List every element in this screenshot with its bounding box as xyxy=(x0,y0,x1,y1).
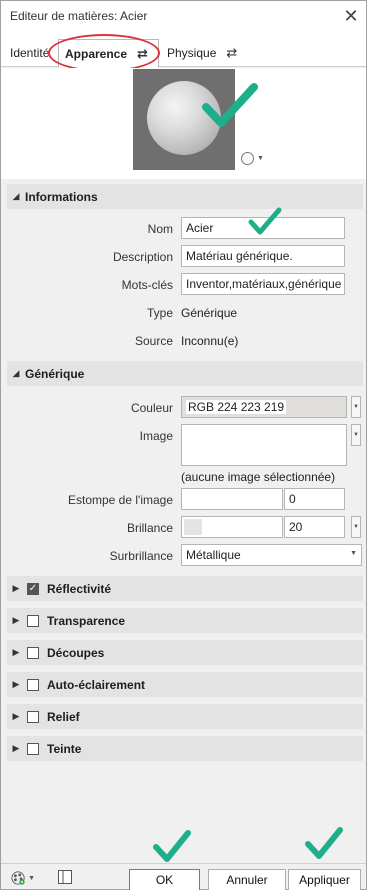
section-transparence[interactable]: ▶ Transparence xyxy=(7,608,363,633)
chevron-down-icon: ▼ xyxy=(28,874,35,882)
palette-icon[interactable]: ▼ xyxy=(11,869,35,887)
source-label: Source xyxy=(134,334,173,348)
collapse-triangle-icon: ◢ xyxy=(12,191,20,201)
image-dropdown-button[interactable]: ▼ xyxy=(351,424,361,446)
swap-icon[interactable]: ⇄ xyxy=(226,45,237,61)
collapse-triangle-icon: ◢ xyxy=(12,368,20,378)
swap-icon[interactable]: ⇄ xyxy=(137,46,148,62)
section-teinte[interactable]: ▶ Teinte xyxy=(7,736,363,761)
material-preview xyxy=(133,69,235,170)
material-editor-window: Editeur de matières: Acier ✕ Identité Ap… xyxy=(0,0,367,890)
brillance-value-field[interactable]: 20 xyxy=(284,516,345,538)
preview-area: ▼ xyxy=(1,68,366,179)
section-title: Réflectivité xyxy=(47,581,112,596)
couleur-label: Couleur xyxy=(130,401,173,415)
expand-triangle-icon: ▶ xyxy=(12,615,20,625)
mots-cles-field[interactable]: Inventor,matériaux,générique xyxy=(181,273,345,295)
chevron-down-icon: ▼ xyxy=(257,154,264,162)
title-bar: Editeur de matières: Acier ✕ xyxy=(1,1,366,31)
tab-physique[interactable]: Physique ⇄ xyxy=(161,39,243,67)
expand-triangle-icon: ▶ xyxy=(12,647,20,657)
check-annotation-icon xyxy=(305,827,343,859)
surbrillance-label: Surbrillance xyxy=(109,549,173,563)
estompe-value-field[interactable]: 0 xyxy=(284,488,345,510)
section-title: Informations xyxy=(25,189,98,204)
reflectivite-checkbox[interactable]: ✓ xyxy=(27,582,39,595)
section-title: Auto-éclairement xyxy=(47,677,146,692)
close-button[interactable]: ✕ xyxy=(336,1,366,31)
transparence-checkbox[interactable] xyxy=(27,614,39,627)
expand-triangle-icon: ▶ xyxy=(12,711,20,721)
surbrillance-select[interactable]: Métallique ▼ xyxy=(181,544,362,566)
preview-shape-dropdown[interactable]: ▼ xyxy=(241,150,269,166)
section-title: Teinte xyxy=(47,741,82,756)
nom-label: Nom xyxy=(147,222,173,236)
section-title: Générique xyxy=(25,366,85,381)
surbrillance-value: Métallique xyxy=(186,548,241,562)
bottom-bar: ▼ OK Annuler Appliquer xyxy=(1,863,366,890)
tab-identite-label: Identité xyxy=(10,46,50,60)
chevron-down-icon: ▼ xyxy=(350,550,357,557)
auto-eclairement-checkbox[interactable] xyxy=(27,678,39,691)
brillance-label: Brillance xyxy=(126,521,173,535)
annuler-button[interactable]: Annuler xyxy=(208,869,286,890)
section-title: Relief xyxy=(47,709,80,724)
image-label: Image xyxy=(139,429,173,443)
appliquer-button[interactable]: Appliquer xyxy=(288,869,361,890)
brillance-dropdown-button[interactable]: ▼ xyxy=(351,516,361,538)
section-reflectivite[interactable]: ▶ ✓ Réflectivité xyxy=(7,576,363,601)
estompe-slider[interactable] xyxy=(181,488,283,510)
section-auto-eclairement[interactable]: ▶ Auto-éclairement xyxy=(7,672,363,697)
relief-checkbox[interactable] xyxy=(27,710,39,723)
panel-toggle-icon[interactable] xyxy=(57,869,73,885)
section-decoupes[interactable]: ▶ Découpes xyxy=(7,640,363,665)
palette-glyph-icon xyxy=(11,871,25,885)
description-label: Description xyxy=(112,250,173,264)
estompe-label: Estompe de l'image xyxy=(67,493,173,507)
image-slot[interactable] xyxy=(181,424,347,466)
expand-triangle-icon: ▶ xyxy=(12,679,20,689)
preview-sphere xyxy=(147,81,221,155)
nom-field[interactable]: Acier xyxy=(181,217,345,239)
expand-triangle-icon: ▶ xyxy=(12,583,20,593)
section-title: Transparence xyxy=(47,613,126,628)
teinte-checkbox[interactable] xyxy=(27,742,39,755)
tab-apparence-label: Apparence xyxy=(65,46,128,61)
couleur-value: RGB 224 223 219 xyxy=(186,400,287,414)
expand-triangle-icon: ▶ xyxy=(12,743,20,753)
brillance-slider-fill xyxy=(184,519,202,535)
decoupes-checkbox[interactable] xyxy=(27,646,39,659)
type-value: Générique xyxy=(181,306,238,320)
section-generique[interactable]: ◢ Générique xyxy=(7,361,363,386)
brillance-slider[interactable] xyxy=(181,516,283,538)
section-relief[interactable]: ▶ Relief xyxy=(7,704,363,729)
sphere-shape-icon xyxy=(241,151,254,165)
tab-bar: Identité Apparence ⇄ Physique ⇄ xyxy=(1,31,366,68)
type-label: Type xyxy=(146,306,173,320)
couleur-swatch[interactable]: RGB 224 223 219 xyxy=(181,396,347,418)
source-value: Inconnu(e) xyxy=(181,334,239,348)
tab-identite[interactable]: Identité xyxy=(4,39,55,67)
ok-button[interactable]: OK xyxy=(129,869,200,890)
window-title: Editeur de matières: Acier xyxy=(10,9,148,23)
mots-cles-label: Mots-clés xyxy=(121,278,173,292)
tab-physique-label: Physique xyxy=(167,46,217,60)
description-field[interactable]: Matériau générique. xyxy=(181,245,345,267)
tab-apparence[interactable]: Apparence ⇄ xyxy=(58,39,159,68)
couleur-dropdown-button[interactable]: ▼ xyxy=(351,396,361,418)
section-informations[interactable]: ◢ Informations xyxy=(7,184,363,209)
section-title: Découpes xyxy=(47,645,105,660)
check-annotation-icon xyxy=(153,830,191,862)
image-caption: (aucune image sélectionnée) xyxy=(181,470,336,484)
